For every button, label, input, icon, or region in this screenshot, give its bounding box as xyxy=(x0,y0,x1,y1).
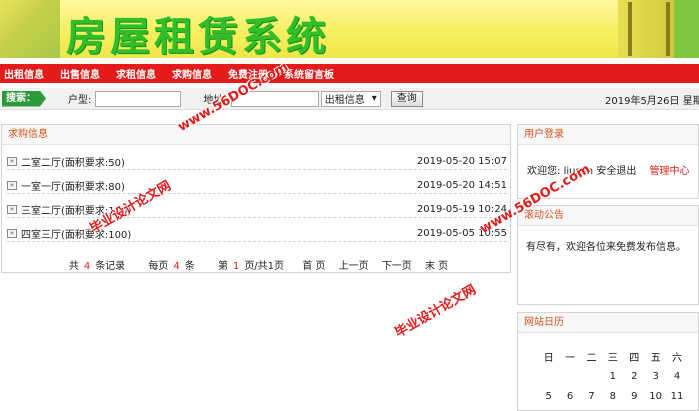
notice-text: 有尽有，欢迎各位来免费发布信息。 xyxy=(526,242,686,253)
calendar-day[interactable]: 3 xyxy=(645,371,666,382)
weekday: 六 xyxy=(672,352,683,364)
door-frame-right xyxy=(666,2,670,56)
site-title: 房屋租赁系统 xyxy=(66,13,330,58)
weekday: 五 xyxy=(650,352,661,364)
last-page-link[interactable]: 末 页 xyxy=(425,261,448,272)
per-page: 每页 4 条 xyxy=(148,261,195,272)
list-item-date: 2019-05-05 10:55 xyxy=(416,227,507,239)
address-input[interactable] xyxy=(230,90,319,107)
pagination: 共 4 条记录 每页 4 条 第 1 页/共1页 首 页 上一页 下一页 末 页 xyxy=(2,257,510,272)
calendar-week-row: 1 2 3 4 xyxy=(538,366,688,386)
banner-decoration-left xyxy=(0,0,60,58)
banner-decoration-door xyxy=(618,0,699,58)
query-button[interactable]: 查询 xyxy=(390,90,423,107)
calendar-day[interactable]: 5 xyxy=(538,391,559,402)
first-page-link[interactable]: 首 页 xyxy=(302,261,325,272)
calendar-day[interactable]: 8 xyxy=(602,391,623,402)
list-item-title[interactable]: 二室二厅(面积要求:50) xyxy=(21,154,125,169)
search-tag: 搜索： xyxy=(2,90,46,107)
nav-register[interactable]: 免费注册 xyxy=(228,66,268,81)
main-nav: 出租信息 出售信息 求租信息 求购信息 免费注册 系统留言板 xyxy=(0,64,699,83)
search-bar: 搜索： 户型: 地址: 出租信息 ▾ 查询 2019年5月26日 星期日 xyxy=(0,88,699,110)
door-frame-left xyxy=(628,2,632,56)
calendar-day[interactable]: 4 xyxy=(666,371,687,382)
panel-title: 滚动公告 xyxy=(518,206,698,226)
panel-title: 求购信息 xyxy=(2,125,510,145)
calendar-day[interactable]: 6 xyxy=(559,391,580,402)
weekday: 一 xyxy=(565,352,576,364)
expand-icon: » xyxy=(7,156,17,166)
manage-center-link[interactable]: 管理中心 xyxy=(650,166,690,177)
nav-message-board[interactable]: 系统留言板 xyxy=(284,66,334,81)
user-login-panel: 用户登录 欢迎您: liusan 安全退出 管理中心 xyxy=(517,124,699,199)
category-select[interactable]: 出租信息 ▾ xyxy=(320,90,381,107)
list-item-date: 2019-05-20 14:51 xyxy=(416,179,507,191)
nav-rent-wanted[interactable]: 求租信息 xyxy=(116,66,156,81)
user-status: 欢迎您: liusan 安全退出 管理中心 xyxy=(527,162,690,177)
page-info: 第 1 页/共1页 xyxy=(217,261,285,272)
category-select-value: 出租信息 xyxy=(324,95,365,106)
panel-title: 网站日历 xyxy=(518,313,698,333)
list-item[interactable]: » 二室二厅(面积要求:50) 2019-05-20 15:07 xyxy=(7,153,507,170)
calendar-panel: 网站日历 日 一 二 三 四 五 六 1 2 3 4 5 6 7 8 9 10 … xyxy=(517,312,699,411)
calendar-weekday-row: 日 一 二 三 四 五 六 xyxy=(538,346,688,366)
welcome-label: 欢迎您: xyxy=(527,166,561,177)
nav-rent-out[interactable]: 出租信息 xyxy=(4,66,44,81)
list-item[interactable]: » 三室二厅(面积要求:120) 2019-05-19 10:24 xyxy=(7,201,507,218)
address-label: 地址: xyxy=(203,95,227,106)
notice-panel: 滚动公告 有尽有，欢迎各位来免费发布信息。 xyxy=(517,205,699,305)
total-records: 共 4 条记录 xyxy=(68,261,126,272)
nav-buy-wanted[interactable]: 求购信息 xyxy=(172,66,212,81)
calendar-day[interactable]: 2 xyxy=(624,371,645,382)
logout-link[interactable]: 安全退出 xyxy=(596,166,636,177)
next-page-link[interactable]: 下一页 xyxy=(382,261,412,272)
calendar-day[interactable]: 10 xyxy=(645,391,666,402)
weekday: 二 xyxy=(586,352,597,364)
calendar-grid: 日 一 二 三 四 五 六 1 2 3 4 5 6 7 8 9 10 11 xyxy=(538,346,688,406)
nav-sell[interactable]: 出售信息 xyxy=(60,66,100,81)
weekday: 三 xyxy=(607,352,618,364)
weekday: 日 xyxy=(543,352,554,364)
calendar-week-row: 5 6 7 8 9 10 11 xyxy=(538,386,688,406)
list-item[interactable]: » 四室三厅(面积要求:100) 2019-05-05 10:55 xyxy=(7,225,507,242)
expand-icon: » xyxy=(7,228,17,238)
list-item[interactable]: » 一室一厅(面积要求:80) 2019-05-20 14:51 xyxy=(7,177,507,194)
username: liusan xyxy=(563,166,594,177)
list-item-date: 2019-05-19 10:24 xyxy=(416,203,507,215)
current-date: 2019年5月26日 星期日 xyxy=(605,96,699,107)
calendar-day[interactable]: 11 xyxy=(666,391,687,402)
chevron-down-icon: ▾ xyxy=(371,93,377,104)
site-banner: 房屋租赁系统 xyxy=(0,0,699,58)
list-item-title[interactable]: 一室一厅(面积要求:80) xyxy=(21,178,125,193)
banner-decoration-green xyxy=(674,0,699,58)
calendar-day[interactable]: 1 xyxy=(602,371,623,382)
type-label: 户型: xyxy=(68,95,92,106)
prev-page-link[interactable]: 上一页 xyxy=(339,261,369,272)
expand-icon: » xyxy=(7,180,17,190)
calendar-day[interactable]: 7 xyxy=(581,391,602,402)
watermark: 毕业设计论文网 xyxy=(392,282,479,341)
list-item-title[interactable]: 四室三厅(面积要求:100) xyxy=(21,226,131,241)
weekday: 四 xyxy=(629,352,640,364)
panel-title: 用户登录 xyxy=(518,125,698,145)
calendar-day[interactable]: 9 xyxy=(624,391,645,402)
expand-icon: » xyxy=(7,204,17,214)
list-item-date: 2019-05-20 15:07 xyxy=(416,155,507,167)
list-item-title[interactable]: 三室二厅(面积要求:120) xyxy=(21,202,131,217)
buy-wanted-panel: 求购信息 » 二室二厅(面积要求:50) 2019-05-20 15:07 » … xyxy=(1,124,511,273)
type-input[interactable] xyxy=(95,90,182,107)
